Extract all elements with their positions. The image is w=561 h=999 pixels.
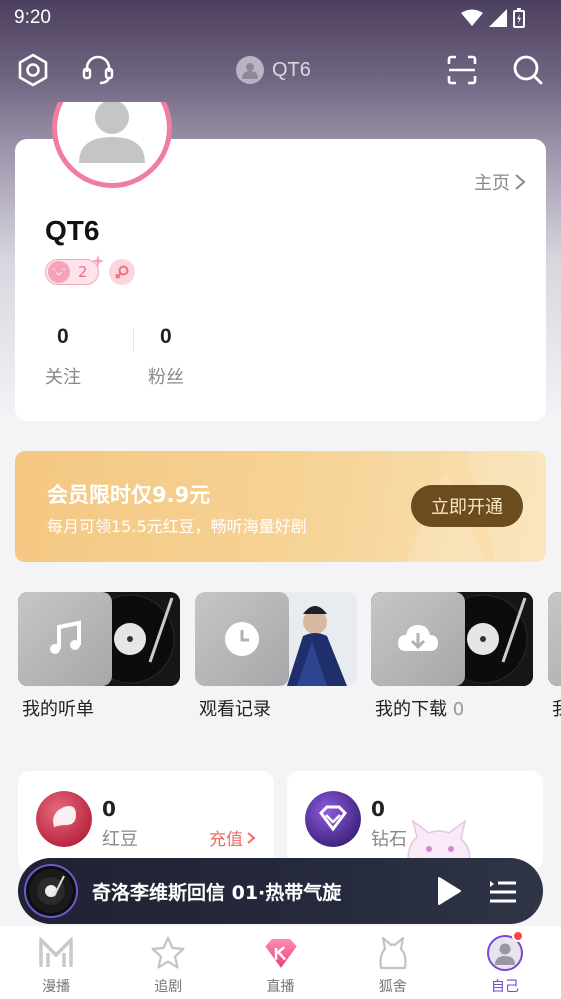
gender-female-icon [109,259,135,285]
music-note-icon [50,620,81,654]
playlist-cover [18,592,112,686]
mini-player[interactable]: 奇洛李维斯回信 01·热带气旋 [18,858,543,924]
battery-icon [513,8,525,28]
nav-label: 直播 [266,979,295,995]
download-cover [371,592,465,686]
player-disc [24,864,78,918]
wifi-icon [461,9,483,26]
mini-avatar [236,56,264,84]
nav-label: 自己 [490,979,519,995]
home-page-link[interactable]: 主页 [474,169,526,195]
user-silhouette-icon [242,63,258,79]
playlist-queue-icon[interactable] [488,877,518,905]
shortcut-label: 我的下载 0 [375,699,465,720]
following-label: 关注 [45,367,81,388]
nav-ziji[interactable]: 自己 [449,926,561,999]
chevron-right-icon [247,831,256,844]
nav-zhibo[interactable]: 直播 [224,926,336,999]
top-username: QT6 [272,58,311,81]
stat-fans[interactable]: 0 粉丝 [148,325,251,389]
signal-icon [489,9,507,27]
shortcut-row: 我的听单 观看记录 我的下载 0 我 [18,592,561,722]
player-title: 奇洛李维斯回信 01·热带气旋 [92,882,342,904]
profile-username: QT6 [45,215,100,246]
chevron-right-icon [515,174,526,190]
stats-row: 0 关注 0 粉丝 [45,325,251,389]
shortcut-my-downloads[interactable]: 我的下载 0 [371,592,533,721]
shortcut-label: 我的听单 [22,699,94,720]
shortcut-watch-history[interactable]: 观看记录 [195,592,357,721]
nav-label: 狐舍 [378,979,407,995]
download-icon [398,625,438,651]
scan-icon[interactable] [444,52,480,88]
level-number: 2 [78,263,88,281]
settings-icon[interactable] [15,52,51,88]
status-icons [461,8,525,28]
nav-manbo[interactable]: 漫播 [0,926,112,999]
nav-label: 漫播 [42,979,71,995]
diamond-icon [305,791,361,847]
status-bar: 9:20 [0,0,561,36]
shortcut-my-playlist[interactable]: 我的听单 [18,592,180,721]
download-count: 0 [452,699,465,720]
download-thumb [371,592,533,686]
notification-dot [511,930,524,942]
vip-banner[interactable]: 会员限时仅9.9元 每月可领15.5元红豆，畅听海量好剧 立即开通 [15,451,546,562]
red-bean-icon [36,791,92,847]
partial-cover [548,592,561,686]
clock-icon [225,622,259,656]
shortcut-label: 观看记录 [199,699,271,720]
sparkle-icon [92,255,104,267]
hongdou-label: 红豆 [102,829,138,850]
play-icon[interactable] [432,875,464,907]
top-user-chip[interactable]: QT6 [236,56,311,84]
fox-icon [379,936,407,970]
shortcut-label: 我 [548,695,561,721]
nav-label: 追剧 [154,979,183,995]
history-cover [195,592,289,686]
partial-thumb [548,592,561,686]
nav-hushe[interactable]: 狐舍 [337,926,449,999]
manbo-logo-icon [39,937,73,967]
nav-zhuiju[interactable]: 追剧 [112,926,224,999]
recharge-label: 充值 [209,830,243,850]
diamond-value: 0 [371,797,385,821]
hongdou-value: 0 [102,797,116,821]
level-badge[interactable]: ᵔᴗᵔ 2 [45,255,104,285]
search-icon[interactable] [510,52,546,88]
home-link-label: 主页 [474,173,510,194]
customer-service-icon[interactable] [80,52,116,88]
recharge-link[interactable]: 充值 [209,825,256,850]
vip-open-button[interactable]: 立即开通 [411,485,523,527]
star-icon [151,936,185,969]
bottom-nav: 漫播 追剧 直播 狐舍 自己 [0,926,561,999]
history-thumb [195,592,357,686]
shortcut-partial[interactable]: 我 [548,592,561,721]
vip-subtitle: 每月可领15.5元红豆，畅听海量好剧 [47,517,307,536]
fans-label: 粉丝 [148,367,184,388]
album-cover-icon [29,869,73,913]
hongdou-card[interactable]: 0 红豆 充值 [18,771,274,871]
playlist-thumb [18,592,180,686]
vip-title: 会员限时仅9.9元 [47,483,211,507]
diamond-live-icon [264,938,297,968]
diamond-card[interactable]: 0 钻石 [287,771,543,871]
status-time: 9:20 [14,7,51,28]
badge-row: ᵔᴗᵔ 2 [45,255,135,285]
top-nav: QT6 [0,48,561,94]
fans-count: 0 [160,325,172,348]
stats-divider [133,329,134,351]
level-face-icon: ᵔᴗᵔ [48,261,70,283]
